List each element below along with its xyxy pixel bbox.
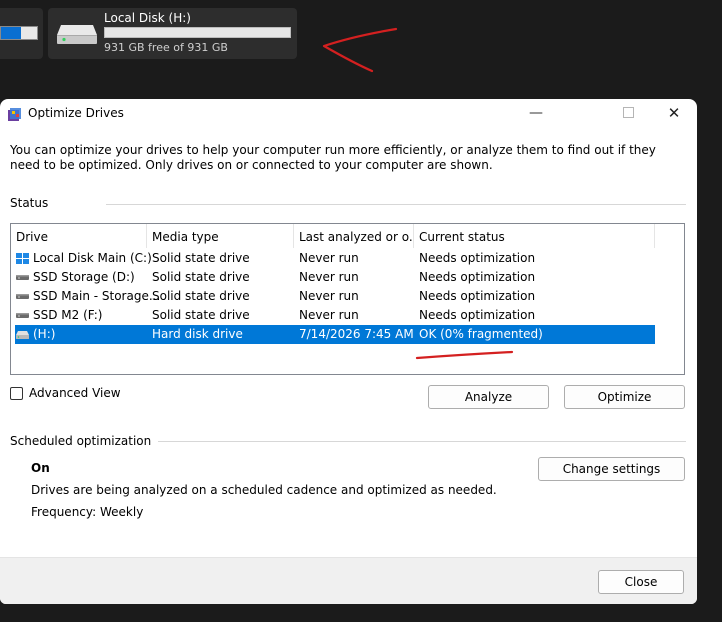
drives-list[interactable]: Drive Media type Last analyzed or o... C… [10,223,685,375]
drive-last-analyzed: Never run [299,251,359,265]
column-last-analyzed[interactable]: Last analyzed or o... [294,224,414,248]
drive-current-status: Needs optimization [419,270,536,284]
drive-name: (H:) [33,327,56,341]
analyze-button[interactable]: Analyze [428,385,549,409]
drive-row[interactable]: SSD Storage (D:) Solid state drive Never r… [15,268,655,287]
drive-free-space: 931 GB free of 931 GB [104,41,228,54]
dialog-footer: Close [0,557,697,604]
drive-name: SSD M2 (F:) [33,308,103,322]
drive-tile-name: Local Disk (H:) [104,11,191,25]
drive-media-type: Hard disk drive [152,327,243,341]
intro-text: You can optimize your drives to help you… [10,143,656,172]
drive-current-status: Needs optimization [419,308,536,322]
defrag-app-icon [8,108,21,121]
drive-usage-bar [0,26,38,40]
column-drive[interactable]: Drive [11,224,147,248]
drive-media-type: Solid state drive [152,251,250,265]
drive-media-type: Solid state drive [152,308,250,322]
drive-last-analyzed: 7/14/2026 7:45 AM [299,327,414,341]
drive-tile-h[interactable]: Local Disk (H:) 931 GB free of 931 GB [48,8,297,59]
close-button[interactable]: Close [598,570,684,594]
drive-row[interactable]: SSD Main - Storage... Solid state drive Ne… [15,287,655,306]
change-settings-button[interactable]: Change settings [538,457,685,481]
scheduled-section-label: Scheduled optimization [10,434,152,448]
drive-current-status: Needs optimization [419,289,536,303]
drives-list-header: Drive Media type Last analyzed or o... C… [11,224,684,248]
drive-current-status: OK (0% fragmented) [419,327,543,341]
status-section-label: Status [10,196,49,210]
hard-disk-icon [57,25,97,44]
maximize-button[interactable] [605,99,651,129]
minimize-button[interactable]: — [513,99,559,129]
window-title: Optimize Drives [28,106,124,120]
red-underline-annotation [415,350,514,360]
drive-tile-partial[interactable] [0,8,43,59]
column-media-type[interactable]: Media type [147,224,294,248]
advanced-view-label[interactable]: Advanced View [29,386,121,400]
drive-name: SSD Storage (D:) [33,270,135,284]
drive-last-analyzed: Never run [299,289,359,303]
maximize-icon [622,107,634,118]
schedule-state: On [31,461,50,475]
optimize-button[interactable]: Optimize [564,385,685,409]
scheduled-divider [158,441,686,442]
drive-current-status: Needs optimization [419,251,536,265]
advanced-view-checkbox[interactable] [10,387,23,400]
status-divider [106,204,686,205]
drive-media-type: Solid state drive [152,289,250,303]
title-bar: Optimize Drives — ✕ [0,99,697,129]
close-window-button[interactable]: ✕ [651,99,697,129]
drive-usage-fill [1,27,21,39]
drive-name: SSD Main - Storage... [33,289,161,303]
schedule-frequency: Frequency: Weekly [31,505,144,519]
drive-last-analyzed: Never run [299,308,359,322]
drive-last-analyzed: Never run [299,270,359,284]
optimize-drives-dialog: Optimize Drives — ✕ You can optimize you… [0,99,697,604]
drive-row[interactable]: Local Disk Main (C:) Solid state drive Nev… [15,249,655,268]
column-current-status[interactable]: Current status [414,224,655,248]
drive-media-type: Solid state drive [152,270,250,284]
drive-row[interactable]: (H:) Hard disk drive 7/14/2026 7:45 AM OK (… [15,325,655,344]
drive-name: Local Disk Main (C:) [33,251,152,265]
drive-usage-bar [104,27,291,38]
red-arrow-annotation [322,27,398,73]
drive-row[interactable]: SSD M2 (F:) Solid state drive Never run Nee… [15,306,655,325]
schedule-description: Drives are being analyzed on a scheduled… [31,483,497,497]
